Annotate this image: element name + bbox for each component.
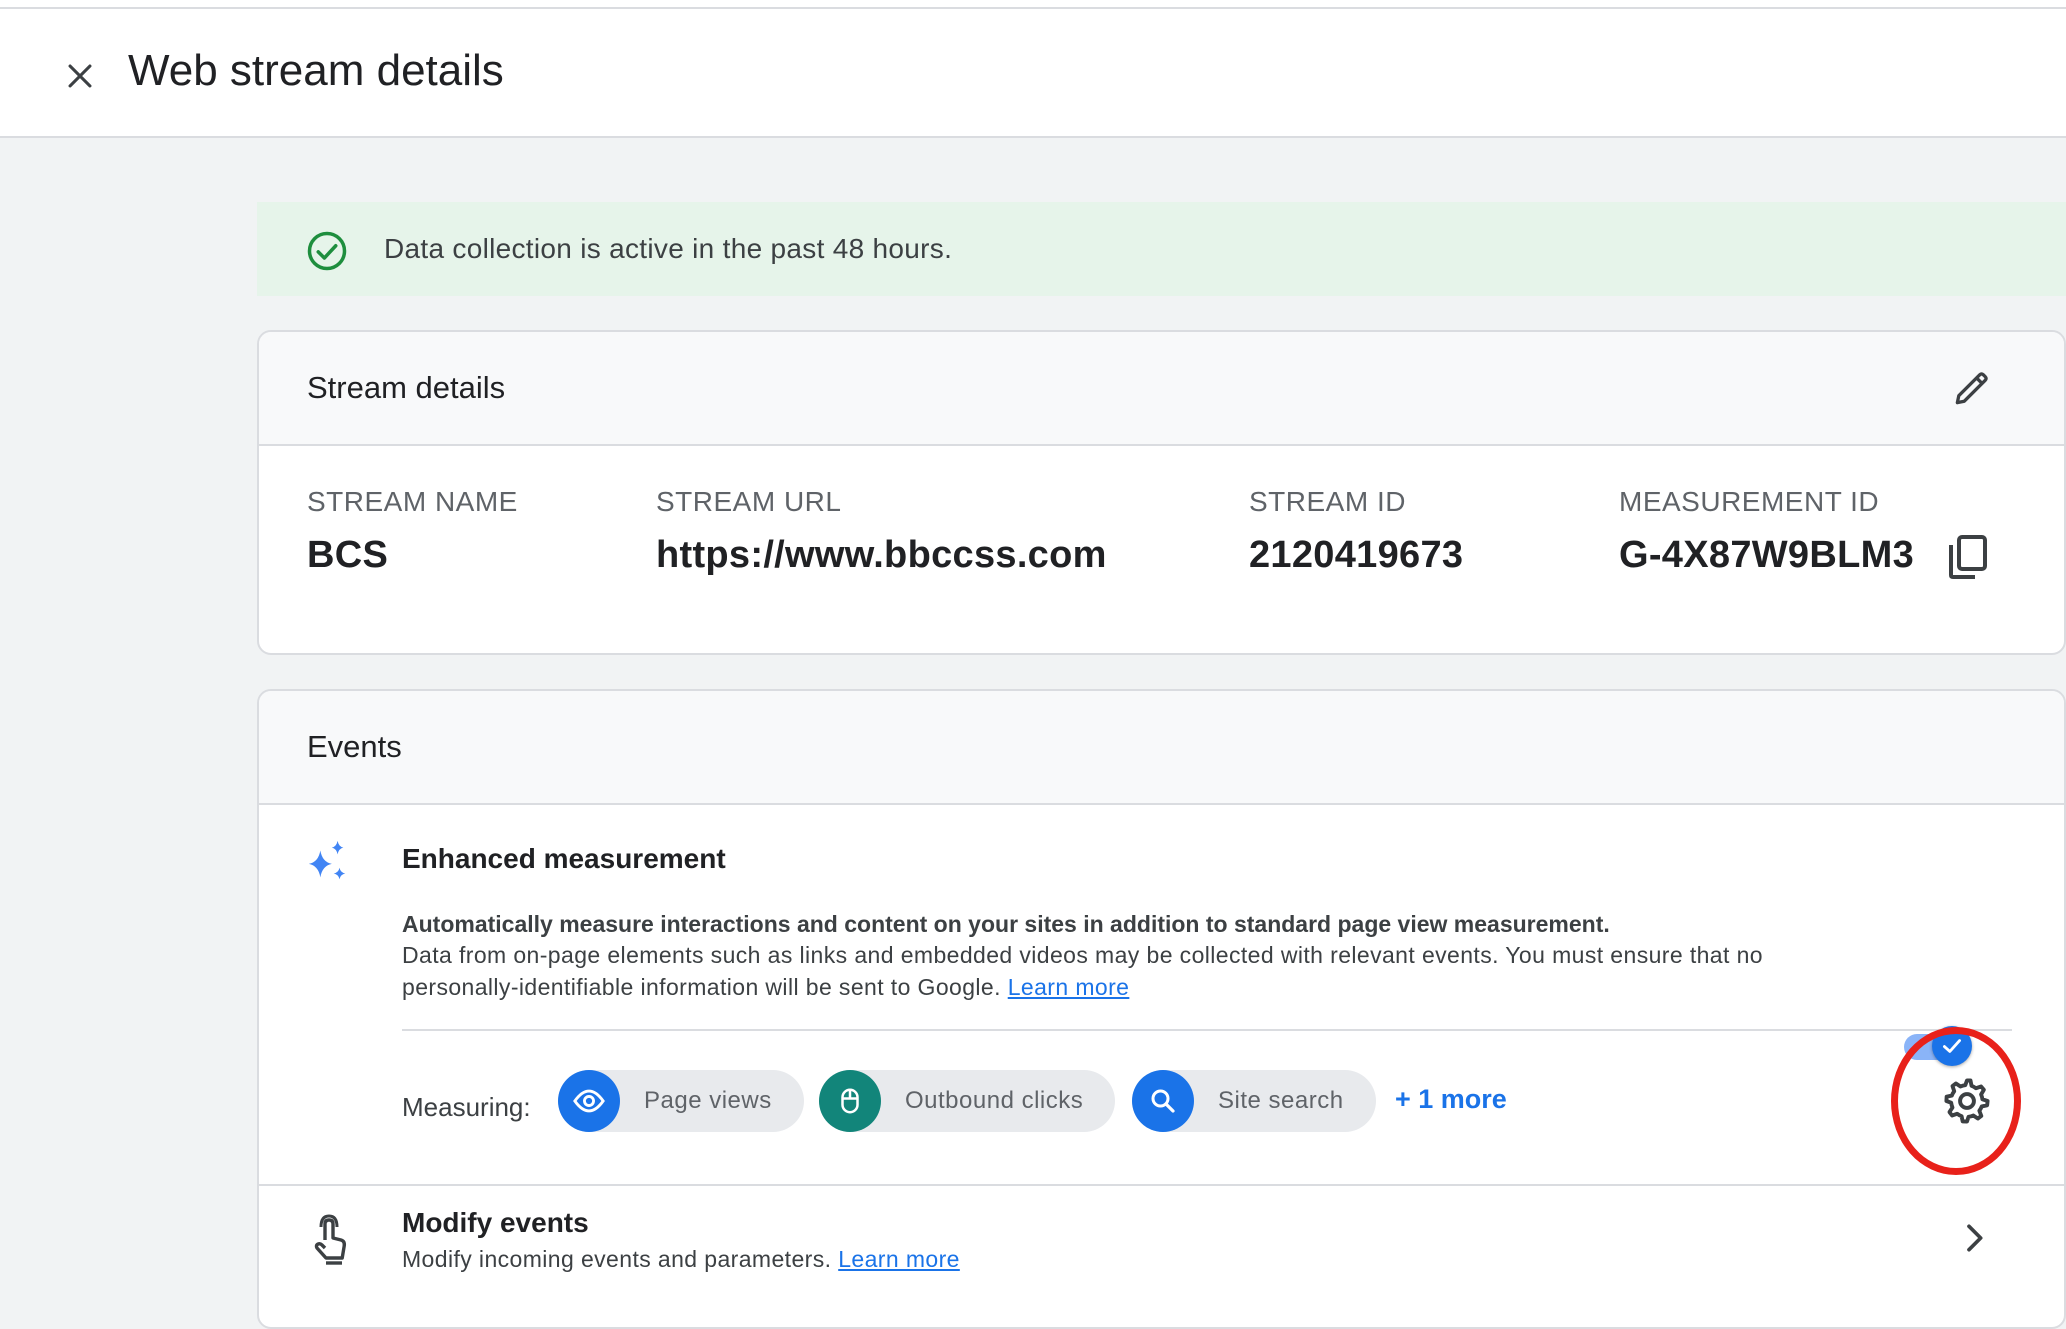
highlight-circle bbox=[1891, 1027, 2021, 1175]
page-title: Web stream details bbox=[128, 46, 504, 95]
events-title: Events bbox=[307, 729, 402, 764]
enhanced-measurement-description: Data from on-page elements such as links… bbox=[402, 939, 1822, 1003]
chip-label: Page views bbox=[644, 1087, 772, 1114]
learn-more-link[interactable]: Learn more bbox=[1008, 974, 1130, 1000]
measurement-id-value: G-4X87W9BLM3 bbox=[1619, 534, 1915, 576]
chip-label: Outbound clicks bbox=[905, 1087, 1084, 1114]
enhanced-measurement-title: Enhanced measurement bbox=[402, 843, 726, 874]
sparkle-icon bbox=[308, 840, 346, 880]
modify-events-title: Modify events bbox=[402, 1207, 589, 1238]
chevron-right-icon[interactable] bbox=[1954, 1218, 1994, 1258]
status-text: Data collection is active in the past 48… bbox=[384, 233, 953, 264]
more-measurements-link[interactable]: + 1 more bbox=[1395, 1084, 1507, 1115]
card-title: Stream details bbox=[307, 370, 506, 405]
stream-details-card: Stream details STREAM NAME BCS STREAM UR… bbox=[257, 330, 2066, 655]
stream-id-label: STREAM ID bbox=[1249, 486, 1406, 517]
check-circle-icon bbox=[307, 231, 347, 271]
stream-name-value: BCS bbox=[307, 534, 389, 576]
modify-events-text: Modify incoming events and parameters. bbox=[402, 1246, 832, 1272]
close-button[interactable] bbox=[52, 48, 108, 104]
chip-label: Site search bbox=[1218, 1087, 1344, 1114]
touch-icon bbox=[314, 1214, 347, 1265]
pencil-icon[interactable] bbox=[1950, 366, 1994, 410]
events-header: Events bbox=[259, 691, 2064, 805]
section-divider bbox=[402, 1029, 2012, 1031]
measurement-id-label: MEASUREMENT ID bbox=[1619, 486, 1880, 517]
modify-learn-more-link[interactable]: Learn more bbox=[838, 1246, 960, 1272]
measuring-label: Measuring: bbox=[402, 1092, 531, 1122]
stream-url-label: STREAM URL bbox=[656, 486, 842, 517]
copy-icon[interactable] bbox=[1945, 532, 1989, 582]
modify-events-subtitle: Modify incoming events and parameters. L… bbox=[402, 1246, 960, 1273]
enhanced-measurement-summary: Automatically measure interactions and c… bbox=[402, 911, 1610, 937]
chip-page-views[interactable]: Page views bbox=[558, 1070, 804, 1132]
card-header: Stream details bbox=[259, 332, 2064, 446]
events-card: Events Enhanced measurement Automaticall… bbox=[257, 689, 2066, 1329]
top-divider bbox=[0, 7, 2066, 9]
mouse-icon bbox=[819, 1070, 881, 1132]
chip-outbound-clicks[interactable]: Outbound clicks bbox=[819, 1070, 1116, 1132]
stream-url-value: https://www.bbccss.com bbox=[656, 534, 1107, 576]
stream-id-value: 2120419673 bbox=[1249, 534, 1464, 576]
close-icon bbox=[68, 64, 92, 88]
eye-icon bbox=[558, 1070, 620, 1132]
stream-name-label: STREAM NAME bbox=[307, 486, 518, 517]
chip-site-search[interactable]: Site search bbox=[1132, 1070, 1376, 1132]
search-icon bbox=[1132, 1070, 1194, 1132]
